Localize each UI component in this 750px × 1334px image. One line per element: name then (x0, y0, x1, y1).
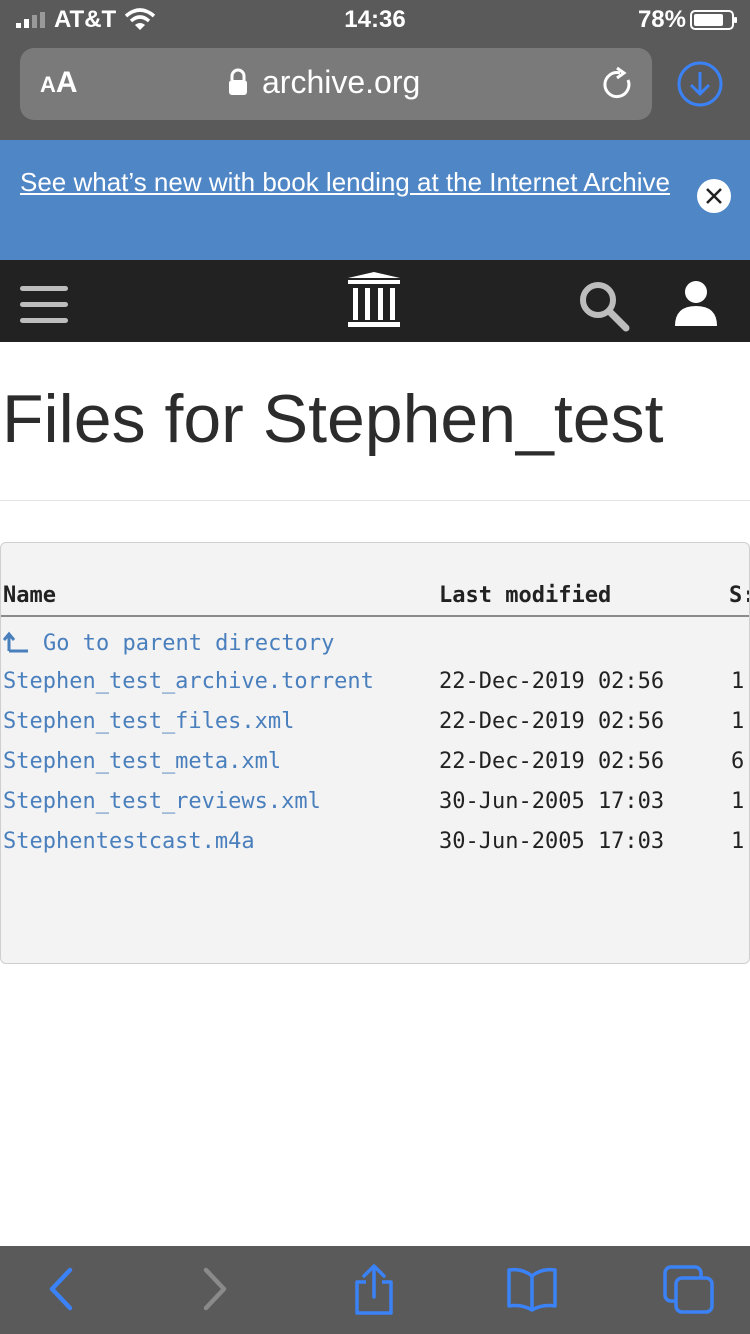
share-icon[interactable] (352, 1264, 396, 1316)
url-text[interactable]: archive.org (262, 64, 420, 101)
parent-directory-icon[interactable] (3, 631, 29, 655)
file-listing: Name Last modified S: Go to parent direc… (0, 542, 750, 964)
reload-icon[interactable] (600, 66, 636, 102)
file-modified: 30-Jun-2005 17:03 (439, 829, 665, 854)
file-link[interactable]: Stephen_test_archive.torrent (3, 669, 374, 694)
page-title: Files for Stephen_test (2, 381, 664, 457)
file-link[interactable]: Stephentestcast.m4a (3, 829, 255, 854)
file-modified: 22-Dec-2019 02:56 (439, 669, 665, 694)
column-header-name[interactable]: Name (3, 583, 56, 608)
divider (0, 500, 750, 501)
table-row: Stephen_test_reviews.xml 30-Jun-2005 17:… (1, 789, 749, 829)
column-header-size[interactable]: S: (729, 583, 749, 608)
file-size: 1. (731, 669, 749, 694)
close-icon[interactable] (696, 178, 732, 214)
file-link[interactable]: Stephen_test_files.xml (3, 709, 294, 734)
hamburger-menu-icon[interactable] (20, 286, 68, 324)
banner-link[interactable]: See what’s new with book lending at the … (20, 162, 670, 202)
text-size-button[interactable]: AA (40, 66, 78, 100)
back-icon[interactable] (44, 1264, 76, 1314)
battery-icon (690, 10, 737, 30)
parent-directory-link[interactable]: Go to parent directory (43, 631, 334, 656)
table-row: Stephen_test_files.xml 22-Dec-2019 02:56… (1, 709, 749, 749)
forward-icon[interactable] (200, 1264, 232, 1314)
download-icon[interactable] (676, 60, 724, 108)
bookmarks-icon[interactable] (506, 1264, 558, 1314)
tabs-icon[interactable] (662, 1264, 716, 1316)
file-size: 6: (731, 749, 749, 774)
status-bar: AT&T 14:36 78% (0, 0, 750, 42)
file-link[interactable]: Stephen_test_reviews.xml (3, 789, 321, 814)
column-header-last-modified[interactable]: Last modified (439, 583, 611, 608)
user-icon[interactable] (674, 280, 718, 328)
file-size: 1: (731, 829, 749, 854)
file-modified: 22-Dec-2019 02:56 (439, 709, 665, 734)
header-divider (1, 615, 749, 617)
file-link[interactable]: Stephen_test_meta.xml (3, 749, 281, 774)
file-size: 1. (731, 709, 749, 734)
file-modified: 30-Jun-2005 17:03 (439, 789, 665, 814)
file-size: 1: (731, 789, 749, 814)
table-row: Stephen_test_meta.xml 22-Dec-2019 02:56 … (1, 749, 749, 789)
table-row: Stephen_test_archive.torrent 22-Dec-2019… (1, 669, 749, 709)
internet-archive-logo-icon[interactable] (346, 270, 402, 330)
search-icon[interactable] (576, 278, 632, 332)
announcement-banner: See what’s new with book lending at the … (0, 140, 750, 260)
battery-percentage: 78% (637, 6, 686, 33)
file-modified: 22-Dec-2019 02:56 (439, 749, 665, 774)
lock-icon (229, 68, 247, 95)
address-bar[interactable]: AA archive.org (20, 48, 652, 120)
table-row: Stephentestcast.m4a 30-Jun-2005 17:03 1: (1, 829, 749, 869)
